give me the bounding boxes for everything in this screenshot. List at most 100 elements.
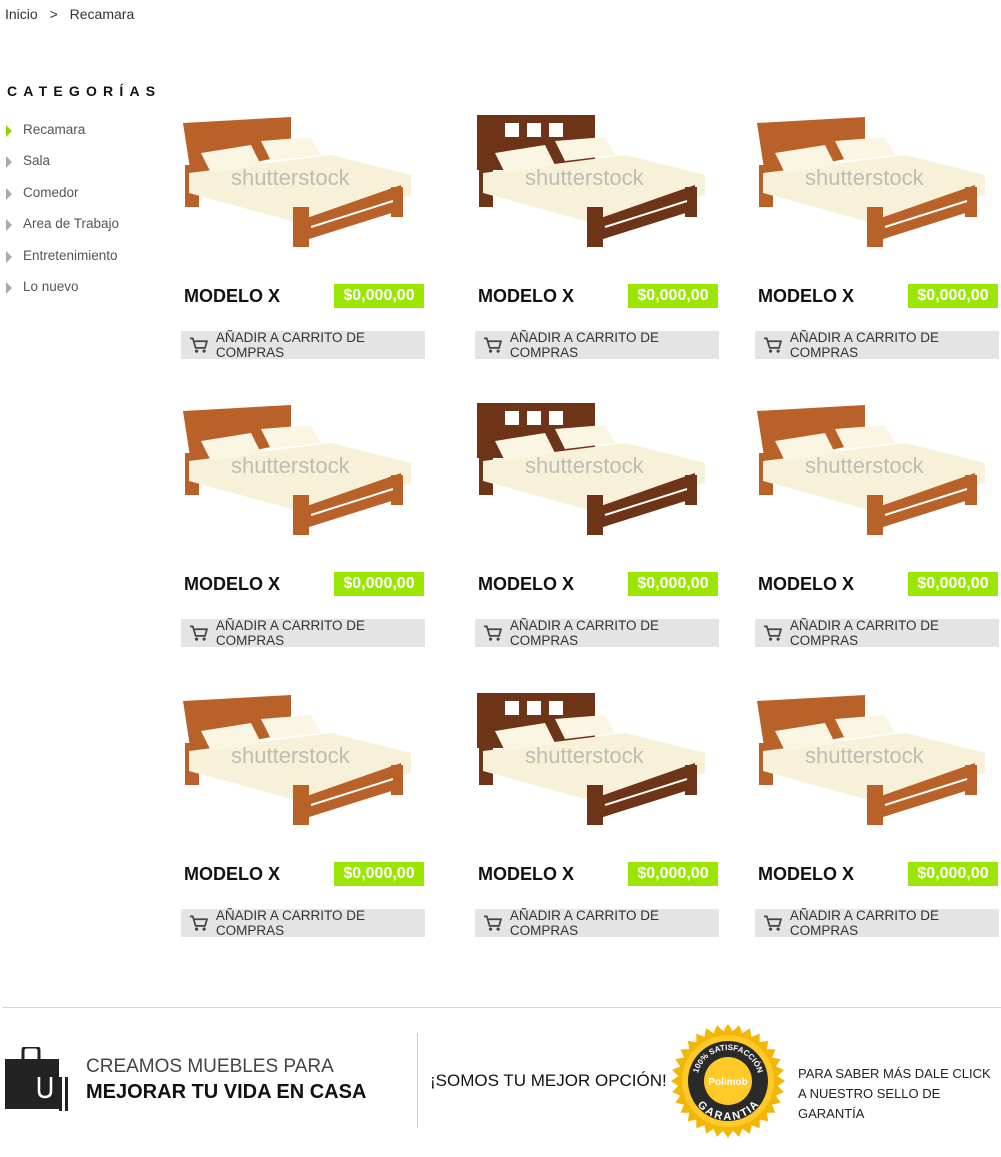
product-image[interactable]: shutterstock	[755, 693, 999, 853]
triangle-icon	[6, 250, 12, 263]
product-card: shutterstock MODELO X $0,000,00 AÑADIR A…	[755, 693, 999, 938]
cart-icon	[483, 915, 502, 931]
product-card: shutterstock MODELO X $0,000,00 AÑADIR A…	[181, 115, 425, 360]
cart-icon	[763, 915, 782, 931]
triangle-icon	[6, 219, 12, 232]
product-title[interactable]: MODELO X	[478, 864, 574, 885]
product-title[interactable]: MODELO X	[184, 574, 280, 595]
add-to-cart-label: AÑADIR A CARRITO DE COMPRAS	[215, 330, 365, 360]
product-price: $0,000,00	[628, 862, 718, 886]
footer-info: PARA SABER MÁS DALE CLICK A NUESTRO SELL…	[798, 1064, 1001, 1124]
add-to-cart-button[interactable]: AÑADIR A CARRITO DE COMPRAS	[755, 330, 999, 360]
watermark: shutterstock	[231, 453, 351, 478]
add-to-cart-label: AÑADIR A CARRITO DE COMPRAS	[215, 618, 365, 648]
product-price: $0,000,00	[334, 862, 424, 886]
footer-info-line-1: PARA SABER MÁS DALE CLICK	[798, 1066, 991, 1081]
product-image[interactable]: shutterstock	[475, 403, 719, 563]
product-card: shutterstock MODELO X $0,000,00 AÑADIR A…	[181, 403, 425, 648]
add-to-cart-button[interactable]: AÑADIR A CARRITO DE COMPRAS	[475, 330, 719, 360]
category-label: Entretenimiento	[23, 247, 118, 263]
product-title[interactable]: MODELO X	[184, 286, 280, 307]
product-card: shutterstock MODELO X $0,000,00 AÑADIR A…	[755, 403, 999, 648]
product-title[interactable]: MODELO X	[758, 574, 854, 595]
product-card: shutterstock MODELO X $0,000,00 AÑADIR A…	[475, 115, 719, 360]
product-image[interactable]: shutterstock	[755, 403, 999, 563]
breadcrumb-home[interactable]: Inicio	[5, 6, 38, 22]
product-title[interactable]: MODELO X	[758, 864, 854, 885]
triangle-icon	[6, 281, 12, 294]
watermark: shutterstock	[805, 453, 925, 478]
product-price: $0,000,00	[908, 284, 998, 308]
category-label: Recamara	[23, 122, 86, 137]
watermark: shutterstock	[805, 165, 925, 190]
category-sala[interactable]: Sala	[6, 153, 119, 184]
watermark: shutterstock	[525, 453, 645, 478]
product-title[interactable]: MODELO X	[184, 864, 280, 885]
cart-icon	[189, 337, 208, 353]
category-comedor[interactable]: Comedor	[6, 185, 119, 216]
category-lo-nuevo[interactable]: Lo nuevo	[6, 279, 119, 310]
product-image[interactable]: shutterstock	[475, 115, 719, 275]
product-price: $0,000,00	[628, 284, 718, 308]
add-to-cart-label: AÑADIR A CARRITO DE COMPRAS	[789, 330, 939, 360]
cart-icon	[189, 625, 208, 641]
product-price: $0,000,00	[908, 572, 998, 596]
add-to-cart-button[interactable]: AÑADIR A CARRITO DE COMPRAS	[475, 908, 719, 938]
product-price: $0,000,00	[908, 862, 998, 886]
product-image[interactable]: shutterstock	[181, 693, 425, 853]
cart-icon	[483, 625, 502, 641]
add-to-cart-button[interactable]: AÑADIR A CARRITO DE COMPRAS	[181, 618, 425, 648]
add-to-cart-button[interactable]: AÑADIR A CARRITO DE COMPRAS	[475, 618, 719, 648]
product-image[interactable]: shutterstock	[475, 693, 719, 853]
footer-tagline-2: MEJORAR TU VIDA EN CASA	[86, 1081, 367, 1103]
category-label: Area de Trabajo	[23, 216, 120, 232]
cart-icon	[763, 625, 782, 641]
category-label: Sala	[23, 153, 51, 169]
add-to-cart-label: AÑADIR A CARRITO DE COMPRAS	[509, 618, 659, 648]
cart-icon	[189, 915, 208, 931]
footer-info-line-2: A NUESTRO SELLO DE GARANTÍA	[798, 1086, 941, 1121]
breadcrumb-current: Recamara	[69, 6, 135, 22]
add-to-cart-button[interactable]: AÑADIR A CARRITO DE COMPRAS	[181, 908, 425, 938]
category-label: Lo nuevo	[23, 278, 79, 294]
categories-title: CATEGORÍAS	[7, 83, 162, 99]
guarantee-seal[interactable]: 100% SATISFACCIÓN GARANTIA Polimob	[670, 1023, 786, 1139]
product-image[interactable]: shutterstock	[755, 115, 999, 275]
product-image[interactable]: shutterstock	[181, 403, 425, 563]
add-to-cart-label: AÑADIR A CARRITO DE COMPRAS	[509, 908, 659, 938]
product-title[interactable]: MODELO X	[758, 286, 854, 307]
product-price: $0,000,00	[628, 572, 718, 596]
triangle-icon	[6, 125, 12, 137]
add-to-cart-button[interactable]: AÑADIR A CARRITO DE COMPRAS	[755, 908, 999, 938]
product-card: shutterstock MODELO X $0,000,00 AÑADIR A…	[755, 115, 999, 360]
add-to-cart-button[interactable]: AÑADIR A CARRITO DE COMPRAS	[755, 618, 999, 648]
category-recamara[interactable]: Recamara	[6, 122, 119, 153]
add-to-cart-button[interactable]: AÑADIR A CARRITO DE COMPRAS	[181, 330, 425, 360]
cart-icon	[483, 337, 502, 353]
footer-divider	[2, 1007, 1001, 1008]
footer-tagline-1: CREAMOS MUEBLES PARA	[86, 1056, 334, 1077]
product-price: $0,000,00	[334, 284, 424, 308]
cart-icon	[763, 337, 782, 353]
product-title[interactable]: MODELO X	[478, 286, 574, 307]
add-to-cart-label: AÑADIR A CARRITO DE COMPRAS	[509, 330, 659, 360]
shopping-bag-icon	[5, 1047, 68, 1111]
product-title[interactable]: MODELO X	[478, 574, 574, 595]
triangle-icon	[6, 156, 12, 169]
seal-brand: Polimob	[708, 1077, 747, 1088]
category-label: Comedor	[23, 184, 79, 200]
footer-slogan: ¡SOMOS TU MEJOR OPCIÓN!	[430, 1071, 667, 1090]
breadcrumb: Inicio > Recamara	[5, 6, 142, 22]
watermark: shutterstock	[231, 165, 351, 190]
product-card: shutterstock MODELO X $0,000,00 AÑADIR A…	[475, 403, 719, 648]
category-entretenimiento[interactable]: Entretenimiento	[6, 248, 119, 279]
add-to-cart-label: AÑADIR A CARRITO DE COMPRAS	[789, 618, 939, 648]
product-card: shutterstock MODELO X $0,000,00 AÑADIR A…	[181, 693, 425, 938]
watermark: shutterstock	[231, 743, 351, 768]
categories-list: Recamara Sala Comedor Area de Trabajo En…	[6, 122, 119, 310]
product-image[interactable]: shutterstock	[181, 115, 425, 275]
watermark: shutterstock	[805, 743, 925, 768]
product-price: $0,000,00	[334, 572, 424, 596]
category-area-de-trabajo[interactable]: Area de Trabajo	[6, 216, 119, 247]
breadcrumb-separator: >	[49, 6, 58, 22]
